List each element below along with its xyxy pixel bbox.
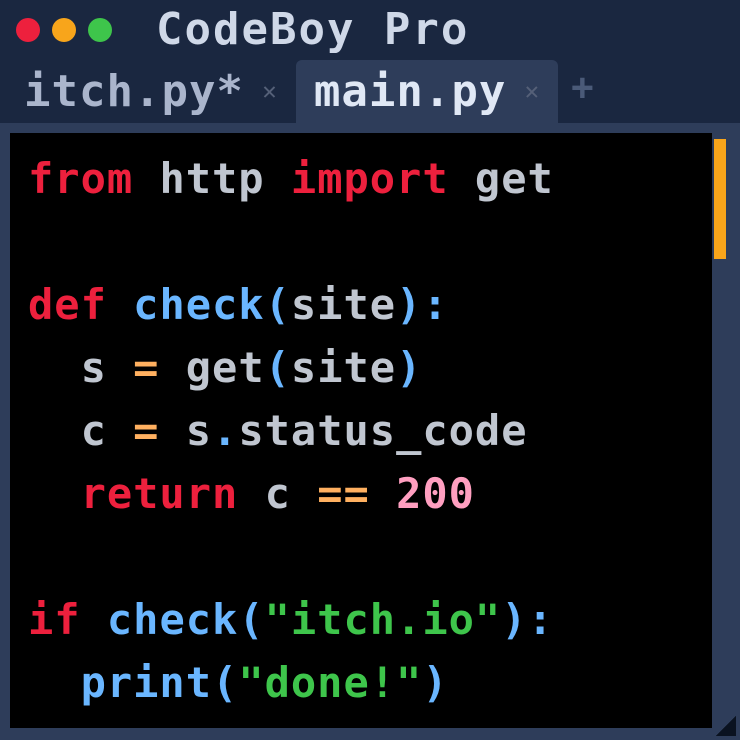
code-token: = [133, 343, 159, 392]
code-token [107, 343, 133, 392]
code-line[interactable]: s = get(site) [28, 336, 694, 399]
scrollbar-thumb[interactable] [714, 139, 726, 259]
code-token [28, 343, 81, 392]
tab-label: itch.py* [24, 66, 244, 117]
code-line[interactable]: if check("itch.io"): [28, 588, 694, 651]
code-token [81, 595, 107, 644]
code-editor[interactable]: from http import get def check(site): s … [10, 133, 712, 728]
code-token [28, 658, 81, 707]
code-token: . [212, 406, 238, 455]
tab-bar: itch.py* ✕ main.py ✕ + [0, 60, 740, 123]
code-token [28, 469, 81, 518]
code-line[interactable]: return c == 200 [28, 462, 694, 525]
editor-wrap: from http import get def check(site): s … [0, 123, 740, 740]
code-token: return [81, 469, 239, 518]
code-token: def [28, 280, 107, 329]
code-token: status_code [238, 406, 527, 455]
code-token: ) [396, 343, 422, 392]
code-token: s [186, 406, 212, 455]
code-token [159, 406, 185, 455]
code-token [133, 154, 159, 203]
code-token: check [133, 280, 264, 329]
code-token: from [28, 154, 133, 203]
code-token: ( [212, 658, 238, 707]
code-token: c [265, 469, 291, 518]
add-tab-button[interactable]: + [558, 60, 606, 123]
titlebar[interactable]: CodeBoy Pro [0, 0, 740, 60]
code-token: = [133, 406, 159, 455]
code-token [291, 469, 317, 518]
close-icon[interactable]: ✕ [258, 79, 282, 103]
code-token: import [291, 154, 449, 203]
code-line[interactable]: from http import get [28, 147, 694, 210]
code-token: == [317, 469, 370, 518]
code-token: ( [265, 343, 291, 392]
code-token [449, 154, 475, 203]
code-line[interactable]: print("done!") [28, 651, 694, 714]
code-token: get [186, 343, 265, 392]
close-icon[interactable]: ✕ [520, 79, 544, 103]
zoom-window-button[interactable] [88, 18, 112, 42]
code-token: s [81, 343, 107, 392]
code-token: : [527, 595, 553, 644]
code-token: 200 [396, 469, 475, 518]
code-token: "done!" [238, 658, 422, 707]
code-token: site [291, 343, 396, 392]
code-token: ) [422, 658, 448, 707]
close-window-button[interactable] [16, 18, 40, 42]
code-token [107, 280, 133, 329]
code-token: http [159, 154, 264, 203]
code-token: ) [396, 280, 422, 329]
code-line[interactable]: def check(site): [28, 273, 694, 336]
code-token [159, 343, 185, 392]
code-token: check [107, 595, 238, 644]
minimize-window-button[interactable] [52, 18, 76, 42]
code-token [265, 154, 291, 203]
resize-handle-icon[interactable] [716, 716, 736, 736]
code-token: c [81, 406, 107, 455]
code-token [370, 469, 396, 518]
scrollbar-track[interactable] [712, 133, 728, 728]
code-token [238, 469, 264, 518]
app-window: CodeBoy Pro itch.py* ✕ main.py ✕ + from … [0, 0, 740, 740]
code-token: print [81, 658, 212, 707]
window-title: CodeBoy Pro [156, 4, 469, 55]
code-line[interactable]: c = s.status_code [28, 399, 694, 462]
code-token: get [475, 154, 554, 203]
tab-main-py[interactable]: main.py ✕ [296, 60, 558, 123]
traffic-lights [16, 18, 112, 42]
code-line[interactable] [28, 210, 694, 273]
code-token: "itch.io" [265, 595, 502, 644]
code-token: if [28, 595, 81, 644]
code-token: ( [238, 595, 264, 644]
tab-label: main.py [314, 66, 506, 117]
code-token [28, 406, 81, 455]
code-token: ) [501, 595, 527, 644]
code-token: : [422, 280, 448, 329]
code-line[interactable] [28, 525, 694, 588]
code-token [107, 406, 133, 455]
tab-itch-py[interactable]: itch.py* ✕ [6, 60, 296, 123]
plus-icon: + [570, 69, 594, 114]
code-token: site [291, 280, 396, 329]
code-token: ( [265, 280, 291, 329]
